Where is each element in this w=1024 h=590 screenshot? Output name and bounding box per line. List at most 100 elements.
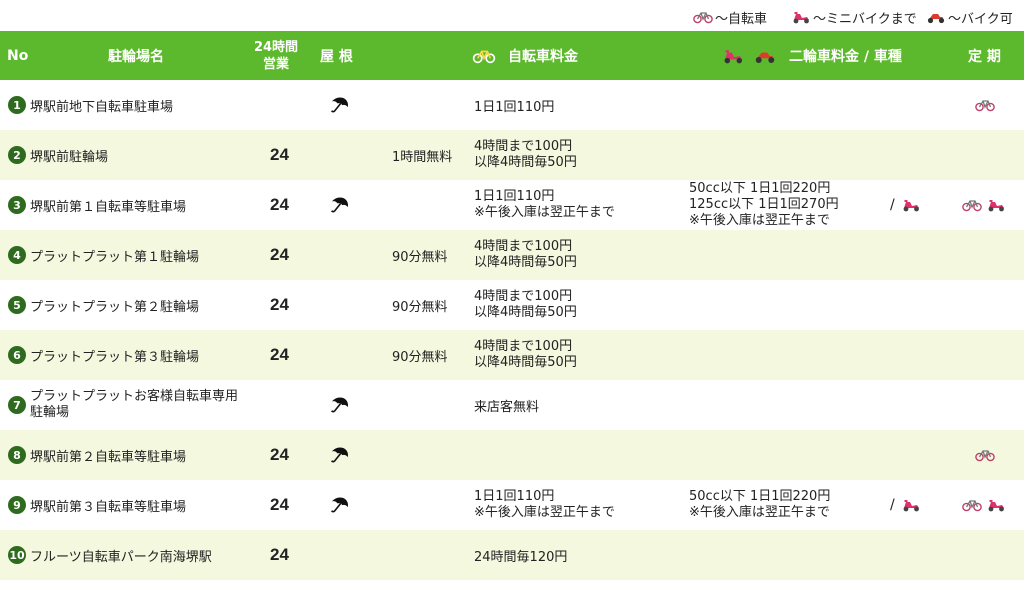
bicycle-icon bbox=[472, 50, 496, 63]
header-no: No bbox=[7, 47, 29, 64]
parking-name: 堺駅前駐輪場 bbox=[30, 130, 108, 180]
umbrella-icon bbox=[330, 497, 348, 513]
bicycle-fee-line: 以降4時間毎50円 bbox=[474, 355, 577, 370]
row-number-badge: 9 bbox=[8, 496, 26, 514]
row-number-badge: 6 bbox=[8, 346, 26, 364]
header-24h-line2: 営業 bbox=[262, 56, 289, 72]
pass-cell bbox=[975, 80, 999, 130]
legend-minibike-label: ～ミニバイクまで bbox=[813, 11, 917, 27]
header-24h-line1: 24時間 bbox=[253, 39, 299, 55]
bicycle-fee-line: 1日1回110円 bbox=[474, 189, 555, 204]
bicycle-fee-line: 以降4時間毎50円 bbox=[474, 255, 577, 270]
parking-name: 堺駅前第１自転車等駐車場 bbox=[30, 180, 186, 230]
parking-name-line: プラットプラット第２駐輪場 bbox=[30, 299, 200, 315]
umbrella-icon bbox=[330, 197, 348, 213]
legend-bike: ～バイク可 bbox=[926, 8, 1013, 27]
table-header: No 駐輪場名 24時間 営業 屋 根 自転車料金 二輪車料金 / 車種 定 期 bbox=[0, 31, 1024, 80]
bicycle-icon bbox=[693, 12, 713, 24]
roof-cell bbox=[328, 430, 350, 480]
table-row: 4 プラットプラット第１駐輪場 24 90分無料 4時間まで100円 以降4時間毎50円 bbox=[0, 230, 1024, 280]
header-24h: 24時間 営業 bbox=[250, 31, 302, 80]
free-period: 90分無料 bbox=[392, 249, 448, 265]
roof-cell bbox=[328, 80, 350, 130]
row-number-badge: 10 bbox=[8, 546, 26, 564]
parking-name: 堺駅前第３自転車等駐車場 bbox=[30, 480, 186, 530]
free-period: 90分無料 bbox=[392, 349, 448, 365]
parking-name: 堺駅前第２自転車等駐車場 bbox=[30, 430, 186, 480]
parking-name-line: 駐輪場 bbox=[30, 405, 70, 420]
legend: ～自転車 ～ミニバイクまで ～バイク可 bbox=[0, 0, 1024, 31]
parking-name-line: 堺駅前第３自転車等駐車場 bbox=[30, 499, 187, 515]
roof-cell bbox=[328, 180, 350, 230]
open-24h: 24 bbox=[270, 245, 289, 264]
open-24h: 24 bbox=[270, 195, 289, 214]
table-row: 9 堺駅前第３自転車等駐車場 24 1日1回110円 ※午後入庫は翌正午まで 50cc以下… bbox=[0, 480, 1024, 530]
umbrella-icon bbox=[330, 397, 348, 413]
open-24h: 24 bbox=[270, 545, 289, 564]
bicycle-fee-line: ※午後入庫は翌正午まで bbox=[474, 505, 615, 520]
moto-fee-line: 125cc以下 1日1回270円 bbox=[689, 197, 839, 212]
scooter-icon bbox=[988, 500, 1004, 512]
pass-cell bbox=[962, 180, 1010, 230]
parking-name: プラットプラット第３駐輪場 bbox=[30, 330, 199, 380]
bicycle-fee-line: 来店客無料 bbox=[474, 399, 540, 415]
bicycle-fee-line: 1日1回110円 bbox=[474, 99, 555, 115]
parking-name-line: 堺駅前地下自転車駐車場 bbox=[30, 99, 174, 115]
parking-name-line: プラットプラット第３駐輪場 bbox=[30, 349, 200, 365]
scooter-icon bbox=[903, 200, 919, 212]
bicycle-fee: 1日1回110円 ※午後入庫は翌正午まで bbox=[474, 480, 615, 530]
parking-name-line: プラットプラットお客様自転車専用 bbox=[30, 389, 239, 404]
bicycle-fee: 来店客無料 bbox=[474, 380, 539, 430]
parking-name-line: 堺駅前第１自転車等駐車場 bbox=[30, 199, 187, 215]
table-row: 8 堺駅前第２自転車等駐車場 24 bbox=[0, 430, 1024, 480]
vehicle-type: / bbox=[890, 180, 921, 230]
row-number-badge: 3 bbox=[8, 196, 26, 214]
row-number-badge: 7 bbox=[8, 396, 26, 414]
row-number-badge: 5 bbox=[8, 296, 26, 314]
bicycle-fee: 4時間まで100円 以降4時間毎50円 bbox=[474, 230, 577, 280]
legend-bicycle-label: ～自転車 bbox=[715, 11, 768, 27]
row-number-badge: 8 bbox=[8, 446, 26, 464]
moto-fee: 50cc以下 1日1回220円 ※午後入庫は翌正午まで bbox=[689, 480, 830, 530]
umbrella-icon bbox=[330, 447, 348, 463]
row-number-badge: 2 bbox=[8, 146, 26, 164]
open-24h: 24 bbox=[270, 295, 289, 314]
scooter-icon bbox=[903, 500, 919, 512]
parking-name: プラットプラット第１駐輪場 bbox=[30, 230, 199, 280]
table-row: 2 堺駅前駐輪場 24 1時間無料 4時間まで100円 以降4時間毎50円 bbox=[0, 130, 1024, 180]
bicycle-fee-line: ※午後入庫は翌正午まで bbox=[474, 205, 615, 220]
parking-name: プラットプラットお客様自転車専用 駐輪場 bbox=[30, 380, 238, 430]
moto-fee-line: 50cc以下 1日1回220円 bbox=[689, 489, 831, 504]
moto-fee-line: 50cc以下 1日1回220円 bbox=[689, 181, 831, 196]
table-row: 6 プラットプラット第３駐輪場 24 90分無料 4時間まで100円 以降4時間毎50円 bbox=[0, 330, 1024, 380]
legend-bicycle: ～自転車 bbox=[693, 8, 768, 27]
bicycle-fee-line: 4時間まで100円 bbox=[474, 239, 573, 254]
open-24h: 24 bbox=[270, 345, 289, 364]
bicycle-fee: 24時間毎120円 bbox=[474, 530, 567, 580]
moto-fee-line: ※午後入庫は翌正午まで bbox=[689, 213, 830, 228]
parking-name: 堺駅前地下自転車駐車場 bbox=[30, 80, 173, 130]
row-number-badge: 1 bbox=[8, 96, 26, 114]
header-bicycle-fee-label: 自転車料金 bbox=[508, 48, 578, 65]
scooter-icon bbox=[988, 200, 1004, 212]
bicycle-fee-line: 4時間まで100円 bbox=[474, 139, 573, 154]
bicycle-fee: 4時間まで100円 以降4時間毎50円 bbox=[474, 330, 577, 380]
table-row: 1 堺駅前地下自転車駐車場 1日1回110円 bbox=[0, 80, 1024, 130]
pass-cell bbox=[975, 430, 999, 480]
open-24h: 24 bbox=[270, 145, 289, 164]
header-bicycle-fee: 自転車料金 bbox=[472, 31, 578, 80]
bicycle-fee-line: 以降4時間毎50円 bbox=[474, 305, 577, 320]
parking-name: プラットプラット第２駐輪場 bbox=[30, 280, 199, 330]
legend-minibike: ～ミニバイクまで bbox=[791, 8, 917, 27]
free-period: 90分無料 bbox=[392, 299, 448, 315]
header-roof: 屋 根 bbox=[320, 48, 353, 65]
separator: / bbox=[890, 197, 895, 213]
parking-name-line: 堺駅前駐輪場 bbox=[30, 149, 109, 165]
vehicle-type: / bbox=[890, 480, 921, 530]
umbrella-icon bbox=[330, 97, 348, 113]
open-24h: 24 bbox=[270, 445, 289, 464]
motorbike-icon bbox=[927, 14, 945, 24]
bicycle-fee: 4時間まで100円 以降4時間毎50円 bbox=[474, 130, 577, 180]
table-row: 3 堺駅前第１自転車等駐車場 24 1日1回110円 ※午後入庫は翌正午まで 50cc以下… bbox=[0, 180, 1024, 230]
parking-name: フルーツ自転車パーク南海堺駅 bbox=[30, 530, 212, 580]
